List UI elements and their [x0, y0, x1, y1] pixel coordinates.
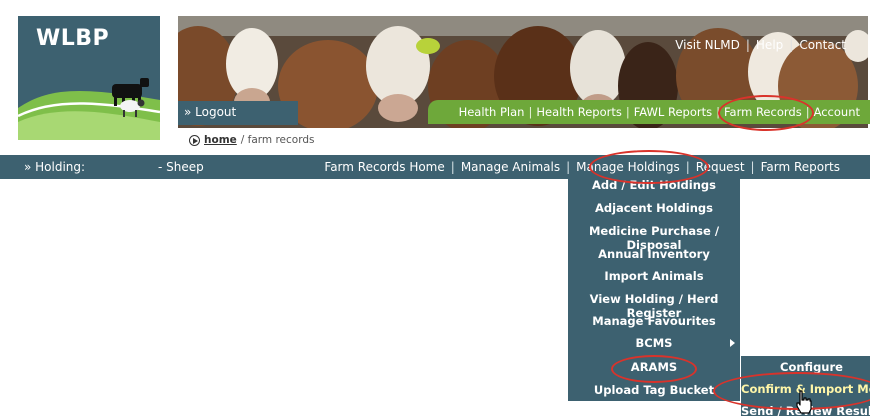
nav-farm-records[interactable]: Farm Records — [720, 105, 806, 119]
menu-item-adjacent-holdings[interactable]: Adjacent Holdings — [568, 201, 740, 215]
nav-farm-reports[interactable]: Farm Reports — [755, 160, 846, 174]
nav-farm-records-home[interactable]: Farm Records Home — [318, 160, 450, 174]
top-links: Visit NLMD | Help | Contact — [675, 38, 846, 52]
site-logo[interactable]: WLBP — [18, 16, 160, 140]
breadcrumb-current: / farm records — [240, 134, 315, 146]
menu-item-upload-tag-bucket[interactable]: Upload Tag Bucket — [568, 383, 740, 397]
nav-fawl-reports[interactable]: FAWL Reports — [630, 105, 716, 119]
nav-request[interactable]: Request — [690, 160, 751, 174]
menu-item-import-animals[interactable]: Import Animals — [568, 269, 740, 283]
help-link[interactable]: Help — [756, 38, 783, 52]
submenu-configure[interactable]: Configure — [741, 360, 882, 374]
nav-manage-animals[interactable]: Manage Animals — [455, 160, 566, 174]
breadcrumb-home-link[interactable]: home — [204, 134, 237, 146]
nav-health-plan[interactable]: Health Plan — [455, 105, 529, 119]
circle-arrow-icon — [189, 134, 200, 146]
nav-manage-holdings[interactable]: Manage Holdings — [570, 160, 686, 174]
menu-item-manage-favourites[interactable]: Manage Favourites — [568, 314, 740, 328]
contact-link[interactable]: Contact — [799, 38, 846, 52]
page-edge — [870, 0, 882, 416]
logout-link[interactable]: » Logout — [178, 101, 298, 125]
account-nav: Health Plan | Health Reports | FAWL Repo… — [428, 100, 870, 124]
nav-account[interactable]: Account — [810, 105, 864, 119]
manage-holdings-dropdown: Add / Edit Holdings Adjacent Holdings Me… — [568, 178, 740, 401]
breadcrumb: home / farm records — [189, 134, 314, 146]
hand-pointer-icon — [796, 390, 812, 414]
page: WLBP Visit NLMD | Help | Contact » Logou… — [0, 0, 882, 416]
menu-item-annual-inventory[interactable]: Annual Inventory — [568, 247, 740, 261]
menu-item-bcms[interactable]: BCMS — [568, 336, 740, 350]
nav-health-reports[interactable]: Health Reports — [532, 105, 626, 119]
logo-text: WLBP — [36, 26, 110, 51]
farm-records-nav: » Holding: - Sheep Farm Records Home | M… — [0, 155, 882, 179]
holding-label: » Holding: — [24, 160, 86, 174]
holding-value: - Sheep — [158, 160, 204, 174]
separator: | — [745, 38, 750, 52]
menu-item-arams[interactable]: ARAMS — [568, 360, 740, 374]
farm-records-menu: Farm Records Home | Manage Animals | Man… — [318, 160, 846, 174]
separator: | — [789, 38, 794, 52]
chevron-right-icon — [730, 339, 735, 347]
menu-item-add-edit-holdings[interactable]: Add / Edit Holdings — [568, 178, 740, 192]
visit-nlmd-link[interactable]: Visit NLMD — [675, 38, 740, 52]
